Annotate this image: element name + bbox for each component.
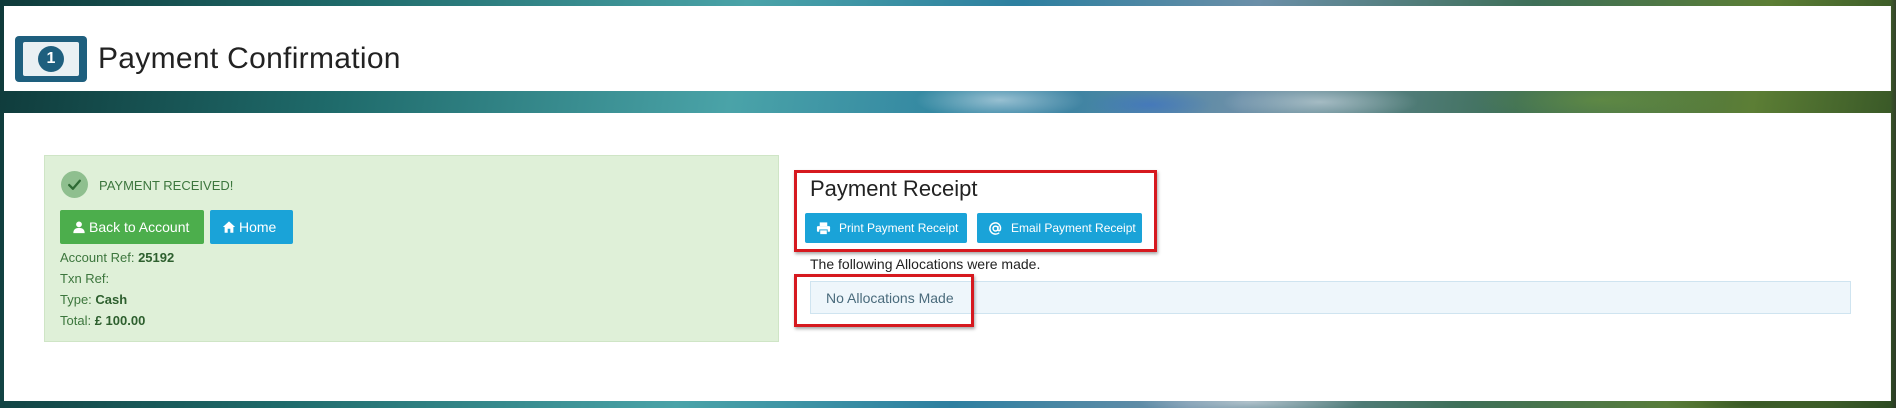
window-edge: [1890, 0, 1896, 408]
highlight-box-receipt-actions: [794, 170, 1157, 252]
allocations-intro-text: The following Allocations were made.: [810, 256, 1041, 272]
txn-ref-label: Txn Ref:: [60, 271, 110, 286]
type-label: Type:: [60, 292, 92, 307]
home-label: Home: [239, 219, 277, 235]
home-icon: [222, 221, 236, 233]
total-label: Total:: [60, 313, 92, 328]
payment-success-panel: PAYMENT RECEIVED! Back to Account Home A…: [44, 155, 779, 342]
total-value: £ 100.00: [94, 313, 146, 328]
home-button[interactable]: Home: [210, 210, 293, 244]
type-row: Type: Cash: [60, 292, 127, 307]
total-row: Total: £ 100.00: [60, 313, 145, 328]
account-ref-value: 25192: [138, 250, 175, 265]
account-ref-row: Account Ref: 25192: [60, 250, 174, 265]
txn-ref-row: Txn Ref:: [60, 271, 109, 286]
user-icon: [73, 221, 85, 234]
banknote-icon: 1: [15, 36, 87, 82]
back-to-account-label: Back to Account: [89, 219, 190, 235]
type-value: Cash: [95, 292, 128, 307]
highlight-box-no-allocations: [794, 274, 974, 327]
payment-received-message: PAYMENT RECEIVED!: [99, 178, 234, 193]
logo-number: 1: [38, 46, 64, 72]
page-title: Payment Confirmation: [98, 42, 401, 75]
check-circle-icon: [61, 171, 88, 198]
account-ref-label: Account Ref:: [60, 250, 135, 265]
back-to-account-button[interactable]: Back to Account: [60, 210, 204, 244]
